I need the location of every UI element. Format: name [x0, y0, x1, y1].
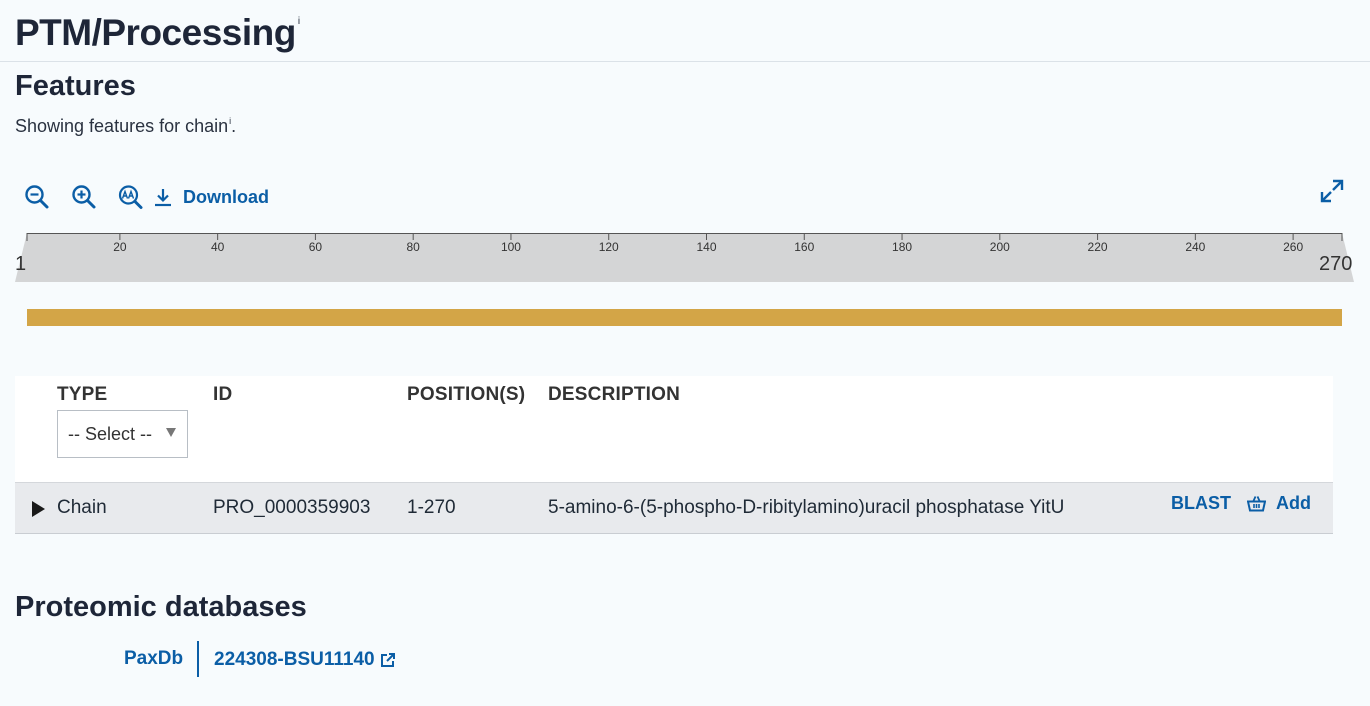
download-button[interactable]: Download — [153, 187, 269, 208]
column-header-description: DESCRIPTION — [548, 384, 681, 405]
ruler-tick-label: 40 — [210, 240, 225, 254]
ruler-tick-label: 200 — [989, 240, 1010, 254]
ruler-tick-label: 180 — [892, 240, 913, 254]
fullscreen-button[interactable] — [1319, 178, 1345, 204]
external-link-icon — [380, 653, 395, 667]
ruler-start-label: 1 — [15, 253, 27, 275]
zoom-out-icon — [25, 185, 49, 209]
ruler-tick-label: 80 — [406, 240, 420, 254]
features-table: TYPE ID POSITION(S) DESCRIPTION -- Selec… — [15, 376, 1333, 534]
ruler-tick-label: 220 — [1087, 240, 1108, 254]
column-header-positions: POSITION(S) — [407, 384, 526, 405]
ruler-tick-label: 140 — [696, 240, 717, 254]
zoom-out-button[interactable] — [22, 182, 52, 212]
ruler-end-label: 270 — [1319, 253, 1353, 275]
ruler-tick-label: 240 — [1185, 240, 1206, 254]
ruler-tick-label: 120 — [598, 240, 619, 254]
ruler-tick-label: 100 — [500, 240, 521, 254]
database-name: PaxDb — [124, 648, 184, 669]
zoom-text-icon — [118, 185, 143, 209]
zoom-in-button[interactable] — [69, 182, 99, 212]
page-title-text: PTM/Processing — [15, 12, 296, 53]
row-type: Chain — [57, 497, 107, 518]
database-entry-id: 224308-BSU11140 — [214, 649, 375, 670]
ruler-tick-label: 160 — [794, 240, 815, 254]
zoom-to-sequence-button[interactable] — [116, 182, 146, 212]
column-header-type: TYPE — [57, 384, 108, 405]
chevron-down-icon — [166, 428, 176, 437]
table-row[interactable]: Chain PRO_0000359903 1-270 5-amino-6-(5-… — [15, 482, 1333, 534]
row-positions: 1-270 — [407, 497, 456, 518]
subtitle-period: . — [231, 116, 237, 136]
ruler-tick-label: 60 — [308, 240, 323, 254]
fullscreen-icon — [1320, 179, 1344, 203]
download-label: Download — [183, 186, 269, 207]
title-divider — [0, 61, 1370, 62]
features-subtitle-text: Showing features for chain — [15, 116, 229, 136]
database-divider — [197, 641, 199, 677]
type-filter-value: -- Select -- — [68, 423, 153, 444]
ruler-tick-label: 260 — [1283, 240, 1304, 254]
column-header-id: ID — [213, 384, 233, 405]
row-description: 5-amino-6-(5-phospho-D-ribitylamino)urac… — [548, 497, 1065, 518]
zoom-in-icon — [72, 185, 96, 209]
blast-button[interactable]: BLAST — [1171, 493, 1231, 514]
database-entry-link[interactable]: 224308-BSU11140 — [214, 649, 396, 671]
features-heading: Features — [15, 70, 136, 102]
type-filter-select[interactable]: -- Select -- — [57, 410, 188, 458]
info-icon[interactable]: i — [298, 16, 300, 27]
add-label: Add — [1276, 493, 1311, 513]
expand-row-icon[interactable] — [32, 501, 45, 517]
chain-feature-track[interactable] — [27, 309, 1342, 326]
sequence-ruler[interactable]: 1 270 20 40 60 80 100 120 140 160 180 200 220 240 26… — [15, 233, 1354, 282]
features-subtitle: Showing features for chaini. — [15, 116, 236, 137]
proteomic-databases-heading: Proteomic databases — [15, 591, 307, 623]
add-to-basket-button[interactable]: Add — [1247, 493, 1311, 514]
viewer-toolbar: Download — [22, 182, 269, 212]
download-icon — [155, 189, 171, 207]
row-id: PRO_0000359903 — [213, 497, 371, 518]
page-title: PTM/Processing i — [15, 12, 300, 54]
basket-icon — [1247, 496, 1266, 512]
ruler-tick-label: 20 — [113, 240, 127, 254]
